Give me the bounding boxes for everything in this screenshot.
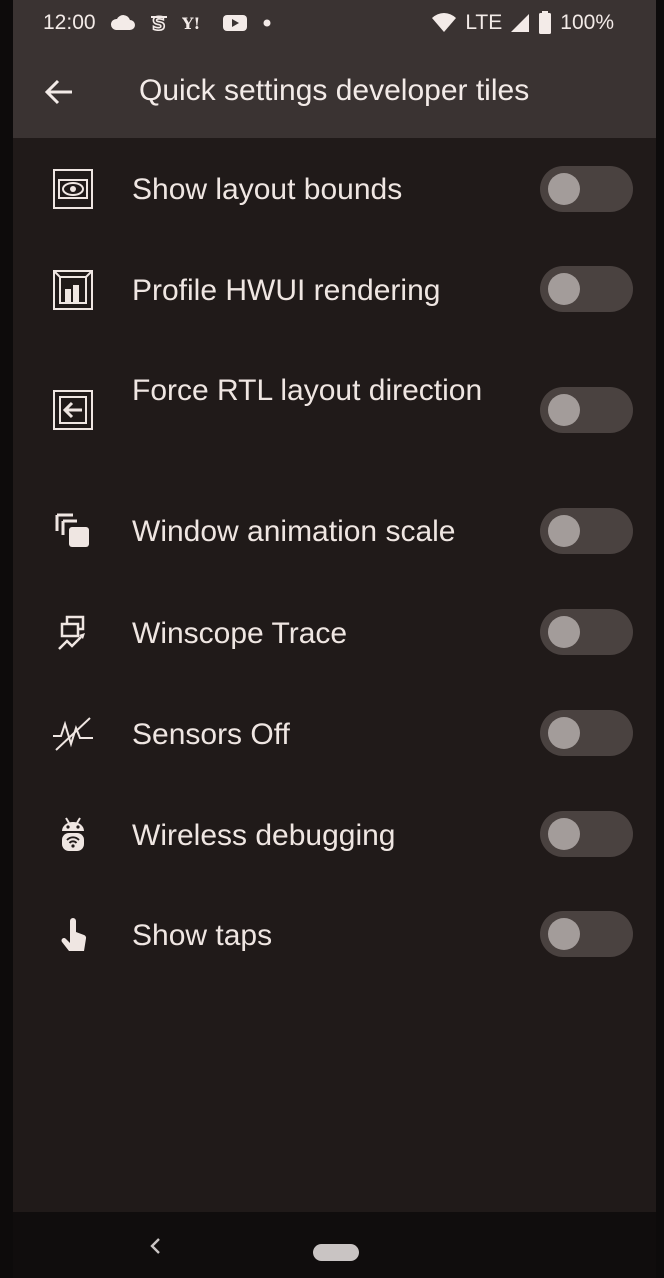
s-app-icon: S xyxy=(150,12,168,34)
dot-icon xyxy=(262,18,272,28)
navigation-bar xyxy=(13,1212,656,1278)
tile-label: Force RTL layout direction xyxy=(132,374,483,407)
toggle-knob xyxy=(548,394,580,426)
tile-row-window-animation-scale[interactable]: Window animation scale xyxy=(13,506,656,562)
arrow-back-icon xyxy=(44,79,72,105)
svg-text:Y!: Y! xyxy=(182,14,200,32)
page-title: Quick settings developer tiles xyxy=(139,74,530,107)
toggle-switch[interactable] xyxy=(540,387,633,433)
tile-label: Show layout bounds xyxy=(132,173,403,206)
status-left: 12:00 S Y! xyxy=(43,11,272,35)
battery-percent: 100% xyxy=(560,11,614,34)
status-bar: 12:00 S Y! LTE 100% xyxy=(13,0,656,46)
toggle-switch[interactable] xyxy=(540,166,633,212)
toggle-switch[interactable] xyxy=(540,911,633,957)
hwui-rendering-icon xyxy=(51,268,95,312)
show-taps-icon xyxy=(51,913,95,957)
toggle-switch[interactable] xyxy=(540,811,633,857)
tile-label: Sensors Off xyxy=(132,718,290,751)
signal-icon xyxy=(510,13,530,33)
toggle-knob xyxy=(548,273,580,305)
nav-back-icon[interactable] xyxy=(145,1236,165,1256)
toggle-knob xyxy=(548,918,580,950)
tile-label: Show taps xyxy=(132,919,273,952)
back-button[interactable] xyxy=(43,76,75,108)
yahoo-icon: Y! xyxy=(182,14,208,32)
tile-row-wireless-debugging[interactable]: Wireless debugging xyxy=(13,810,656,866)
toggle-knob xyxy=(548,818,580,850)
layout-bounds-icon xyxy=(51,167,95,211)
tile-label: Wireless debugging xyxy=(132,819,396,852)
rtl-layout-icon xyxy=(51,388,95,432)
toggle-knob xyxy=(548,173,580,205)
toggle-switch[interactable] xyxy=(540,710,633,756)
network-type: LTE xyxy=(465,11,503,34)
status-time: 12:00 xyxy=(43,11,96,34)
cloud-icon xyxy=(110,14,136,32)
screen: 12:00 S Y! LTE 100% Quick settings devel… xyxy=(0,0,664,1278)
device-bezel-right xyxy=(656,0,664,1278)
toggle-knob xyxy=(548,616,580,648)
tile-row-show-taps[interactable]: Show taps xyxy=(13,910,656,966)
battery-icon xyxy=(538,11,552,35)
tile-row-sensors-off[interactable]: Sensors Off xyxy=(13,709,656,765)
tile-row-profile-hwui-rendering[interactable]: Profile HWUI rendering xyxy=(13,263,656,319)
toggle-knob xyxy=(548,717,580,749)
app-bar: Quick settings developer tiles xyxy=(13,46,656,138)
youtube-icon xyxy=(222,13,248,33)
tile-label: Window animation scale xyxy=(132,515,456,548)
toggle-switch[interactable] xyxy=(540,508,633,554)
wireless-debugging-icon xyxy=(51,813,95,857)
tile-row-show-layout-bounds[interactable]: Show layout bounds xyxy=(13,161,656,217)
winscope-trace-icon xyxy=(51,611,95,655)
wifi-icon xyxy=(431,13,457,33)
tile-label: Winscope Trace xyxy=(132,617,348,650)
toggle-switch[interactable] xyxy=(540,266,633,312)
device-bezel-left xyxy=(0,0,13,1278)
toggle-knob xyxy=(548,515,580,547)
status-right: LTE 100% xyxy=(431,0,614,46)
sensors-off-icon xyxy=(51,712,95,756)
window-animation-icon xyxy=(51,509,95,553)
tile-row-winscope-trace[interactable]: Winscope Trace xyxy=(13,608,656,664)
tile-row-force-rtl[interactable]: Force RTL layout direction xyxy=(13,363,656,463)
toggle-switch[interactable] xyxy=(540,609,633,655)
home-pill-icon[interactable] xyxy=(313,1244,359,1261)
tile-label: Profile HWUI rendering xyxy=(132,274,441,307)
